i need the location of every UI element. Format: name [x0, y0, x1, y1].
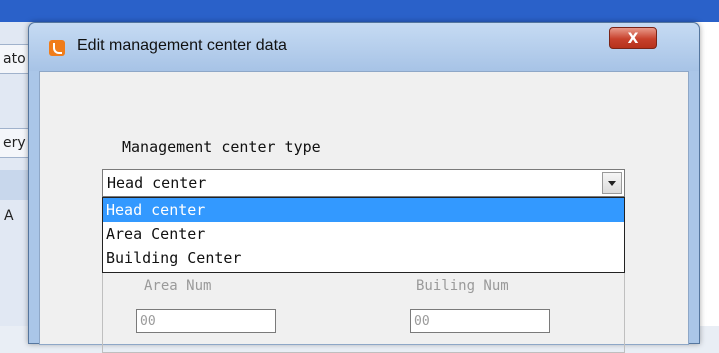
combo-selected-value: Head center: [107, 174, 207, 192]
background-row-label: A: [4, 208, 14, 224]
background-title-bar: [0, 0, 719, 22]
close-button[interactable]: X: [609, 27, 657, 49]
area-num-label: Area Num: [144, 278, 212, 294]
chevron-down-icon[interactable]: [602, 172, 622, 194]
area-num-input[interactable]: 00: [136, 309, 276, 333]
management-center-type-combo[interactable]: Head center: [102, 169, 625, 197]
option-area-center[interactable]: Area Center: [103, 222, 624, 246]
option-building-center[interactable]: Building Center: [103, 246, 624, 270]
dialog-title: Edit management center data: [77, 37, 287, 54]
combo-dropdown-list: Head center Area Center Building Center: [102, 197, 625, 273]
option-head-center[interactable]: Head center: [103, 198, 624, 222]
dialog-title-bar[interactable]: Edit management center data X: [29, 23, 699, 71]
dialog-client-area: Management center type Head center Head …: [39, 71, 689, 353]
building-num-input[interactable]: 00: [410, 309, 550, 333]
app-icon: [49, 40, 65, 56]
management-center-type-label: Management center type: [122, 138, 321, 156]
edit-management-center-dialog: Edit management center data X Management…: [28, 22, 700, 353]
building-num-label: Builing Num: [416, 278, 509, 294]
